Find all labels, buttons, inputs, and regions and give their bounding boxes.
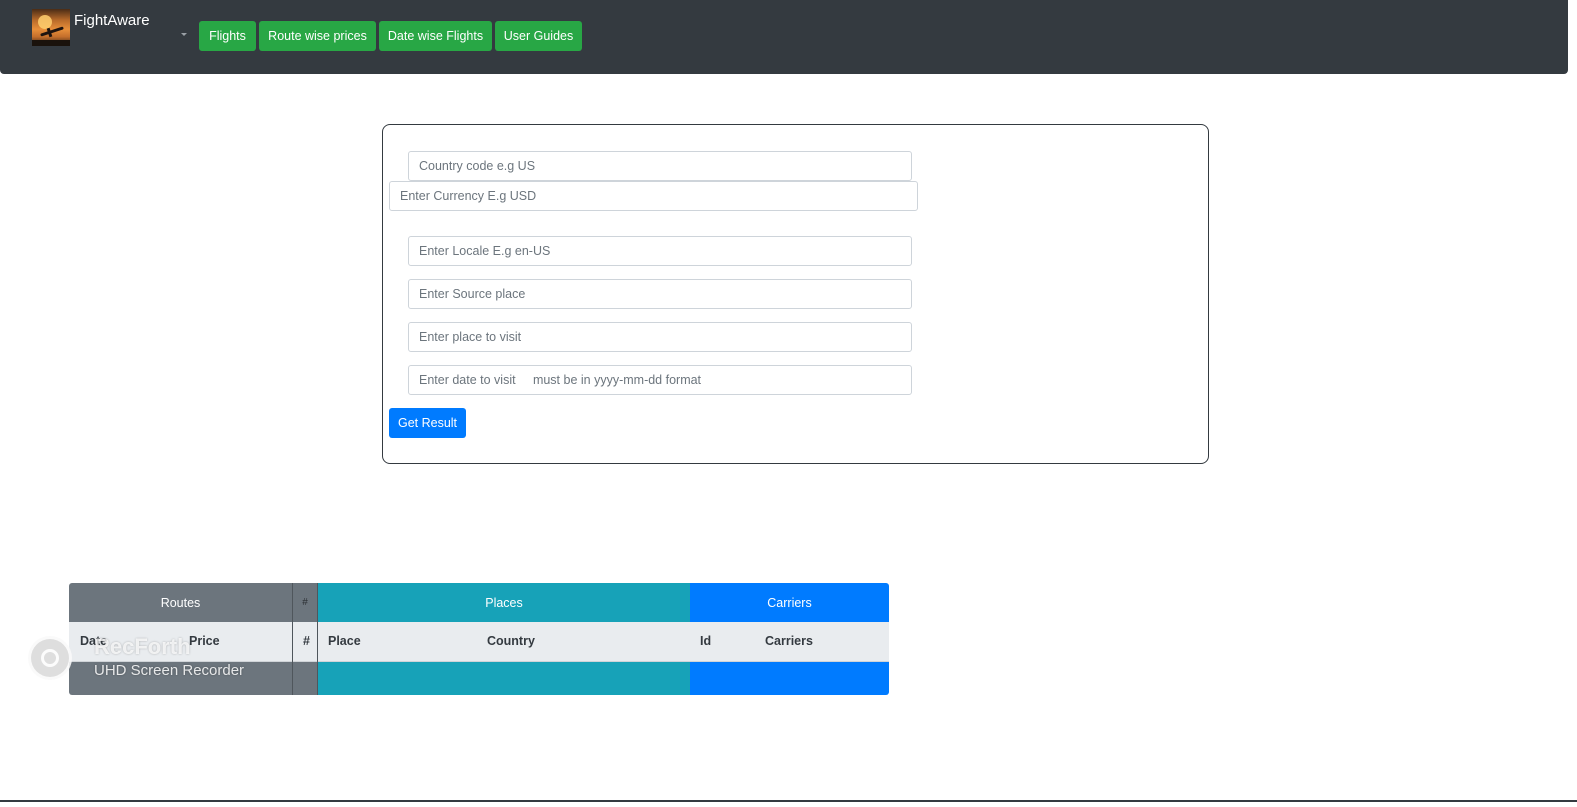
nav-user-guides-button[interactable]: User Guides [495,21,582,51]
destination-place-input[interactable] [408,322,912,352]
brand-logo-image[interactable] [32,9,70,46]
places-table: Places Place Country [318,583,690,695]
places-table-title: Places [485,595,523,610]
routes-table-title: Routes [160,595,201,610]
sun-shape [38,15,52,29]
nav-flights-button[interactable]: Flights [199,21,256,51]
carriers-table: Carriers Id Carriers [690,583,889,695]
places-table-header-row: Place Country [318,622,690,662]
dropdown-caret-icon[interactable] [181,33,187,36]
source-place-input[interactable] [408,279,912,309]
bottom-divider [0,800,1577,802]
index-table: # # [292,583,318,695]
index-column-hash[interactable]: # [303,634,310,648]
recorder-watermark: RecForth UHD Screen Recorder [28,632,288,684]
top-navbar: FightAware Flights Route wise prices Dat… [0,0,1568,74]
carriers-table-header-row: Id Carriers [690,622,889,662]
watermark-title: RecForth [94,634,191,659]
index-table-title: # [302,597,308,608]
places-column-country[interactable]: Country [487,634,535,648]
carriers-column-carriers[interactable]: Carriers [765,634,813,648]
carriers-column-id[interactable]: Id [700,634,711,648]
currency-input[interactable] [389,181,918,211]
nav-route-wise-prices-button[interactable]: Route wise prices [259,21,376,51]
record-camera-icon [28,636,72,680]
visit-date-input[interactable] [408,365,912,395]
locale-input[interactable] [408,236,912,266]
places-column-place[interactable]: Place [328,634,361,648]
get-result-button[interactable]: Get Result [389,408,466,438]
watermark-subtitle: UHD Screen Recorder [94,662,245,679]
nav-date-wise-flights-button[interactable]: Date wise Flights [379,21,492,51]
brand-name[interactable]: FightAware [74,12,150,29]
index-table-header-row: # [293,622,317,662]
carriers-table-title: Carriers [767,595,812,610]
ground-shape [32,40,70,46]
country-code-input[interactable] [408,151,912,181]
